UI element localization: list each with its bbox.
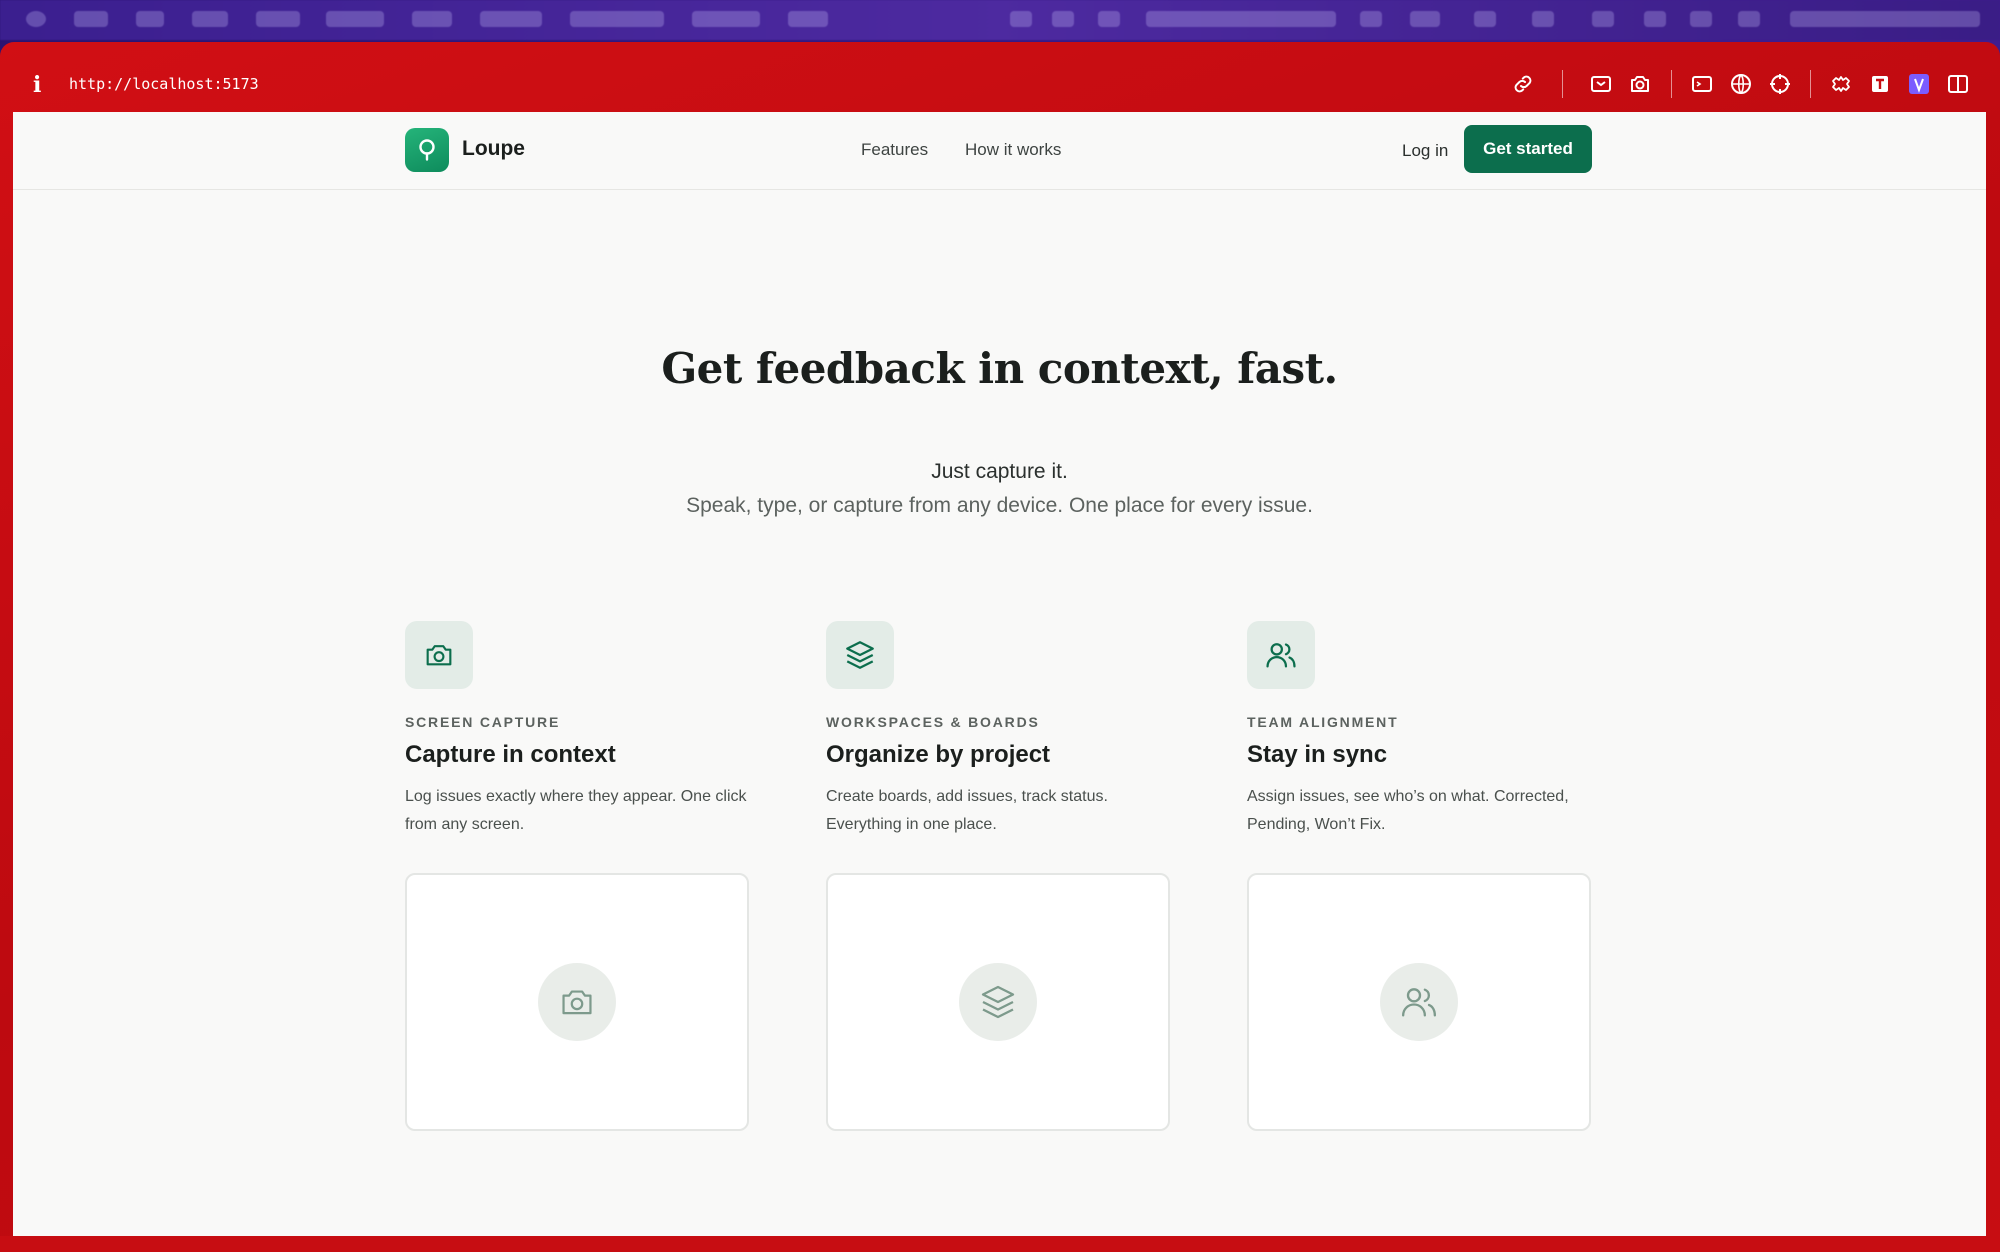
feature-workspaces-boards: WORKSPACES & BOARDS Organize by project … — [826, 621, 1170, 1131]
status-blur-icon — [1410, 11, 1440, 27]
site-header: Loupe Features How it works Log in Get s… — [13, 112, 1986, 190]
feature-title: Capture in context — [405, 741, 616, 768]
brand-name[interactable]: Loupe — [462, 137, 525, 161]
toolbar-separator — [1562, 70, 1563, 98]
camera-icon[interactable] — [1628, 72, 1652, 96]
screenshot-icon[interactable] — [1589, 72, 1613, 96]
loupe-logo-icon[interactable] — [405, 128, 449, 172]
menu-blur-item — [256, 11, 300, 27]
menu-blur-item — [74, 11, 108, 27]
os-menu-bar — [0, 0, 2000, 40]
camera-icon — [538, 963, 616, 1041]
terminal-icon[interactable] — [1690, 72, 1714, 96]
feature-preview-card — [405, 873, 749, 1131]
users-icon — [1380, 963, 1458, 1041]
nav-link-features[interactable]: Features — [861, 140, 928, 160]
status-blur-item — [1146, 11, 1336, 27]
status-blur-icon — [1474, 11, 1496, 27]
feature-title: Stay in sync — [1247, 741, 1388, 768]
menu-blur-item — [326, 11, 384, 27]
status-blur-icon — [1360, 11, 1382, 27]
status-blur-icon — [1644, 11, 1666, 27]
feature-eyebrow: WORKSPACES & BOARDS — [826, 714, 1040, 730]
page-viewport: Loupe Features How it works Log in Get s… — [13, 112, 1986, 1236]
feature-description: Create boards, add issues, track status.… — [826, 788, 1108, 833]
feature-description: Assign issues, see who’s on what. Correc… — [1247, 788, 1569, 833]
camera-icon — [405, 621, 473, 689]
apple-icon — [26, 11, 46, 27]
extension-icon[interactable] — [1829, 72, 1853, 96]
status-blur-icon — [1052, 11, 1074, 27]
status-blur-icon — [1690, 11, 1712, 27]
feature-eyebrow: SCREEN CAPTURE — [405, 714, 561, 730]
feature-description: Log issues exactly where they appear. On… — [405, 788, 747, 833]
feature-screen-capture: SCREEN CAPTURE Capture in context Log is… — [405, 621, 749, 1131]
feature-preview-card — [826, 873, 1170, 1131]
window-bottom-edge — [0, 1236, 2000, 1252]
status-blur-icon — [1010, 11, 1032, 27]
info-icon[interactable]: i — [33, 72, 41, 98]
log-in-link[interactable]: Log in — [1402, 141, 1448, 161]
menu-blur-item — [192, 11, 228, 27]
link-icon[interactable] — [1511, 72, 1535, 96]
nav-link-how-it-works[interactable]: How it works — [965, 140, 1061, 160]
globe-icon[interactable] — [1729, 72, 1753, 96]
crosshair-icon[interactable] — [1768, 72, 1792, 96]
feature-team-alignment: TEAM ALIGNMENT Stay in sync Assign issue… — [1247, 621, 1591, 1131]
hero-title: Get feedback in context, fast. — [661, 344, 1338, 393]
status-blur-icon — [1738, 11, 1760, 27]
menu-blur-item — [136, 11, 164, 27]
feature-preview-card — [1247, 873, 1591, 1131]
layers-icon — [959, 963, 1037, 1041]
get-started-button[interactable]: Get started — [1464, 125, 1592, 173]
layers-icon — [826, 621, 894, 689]
status-blur-icon — [1098, 11, 1120, 27]
hero-subtitle: Just capture it. — [931, 460, 1068, 483]
users-icon — [1247, 621, 1315, 689]
address-bar-url[interactable]: http://localhost:5173 — [69, 75, 259, 93]
hero-description: Speak, type, or capture from any device.… — [686, 494, 1313, 517]
sidebar-toggle-icon[interactable] — [1946, 72, 1970, 96]
vite-extension-icon[interactable] — [1907, 72, 1931, 96]
feature-eyebrow: TEAM ALIGNMENT — [1247, 714, 1399, 730]
menu-blur-item — [412, 11, 452, 27]
feature-title: Organize by project — [826, 741, 1051, 768]
menu-blur-item — [480, 11, 542, 27]
text-tool-icon[interactable] — [1868, 72, 1892, 96]
status-blur-icon — [1532, 11, 1554, 27]
menu-blur-item — [788, 11, 828, 27]
menu-blur-item — [692, 11, 760, 27]
browser-window: i http://localhost:5173 Loupe Features H… — [0, 42, 2000, 1252]
toolbar-separator — [1671, 70, 1672, 98]
clock-blur-item — [1790, 11, 1980, 27]
toolbar-separator — [1810, 70, 1811, 98]
menu-blur-item — [570, 11, 664, 27]
status-blur-icon — [1592, 11, 1614, 27]
